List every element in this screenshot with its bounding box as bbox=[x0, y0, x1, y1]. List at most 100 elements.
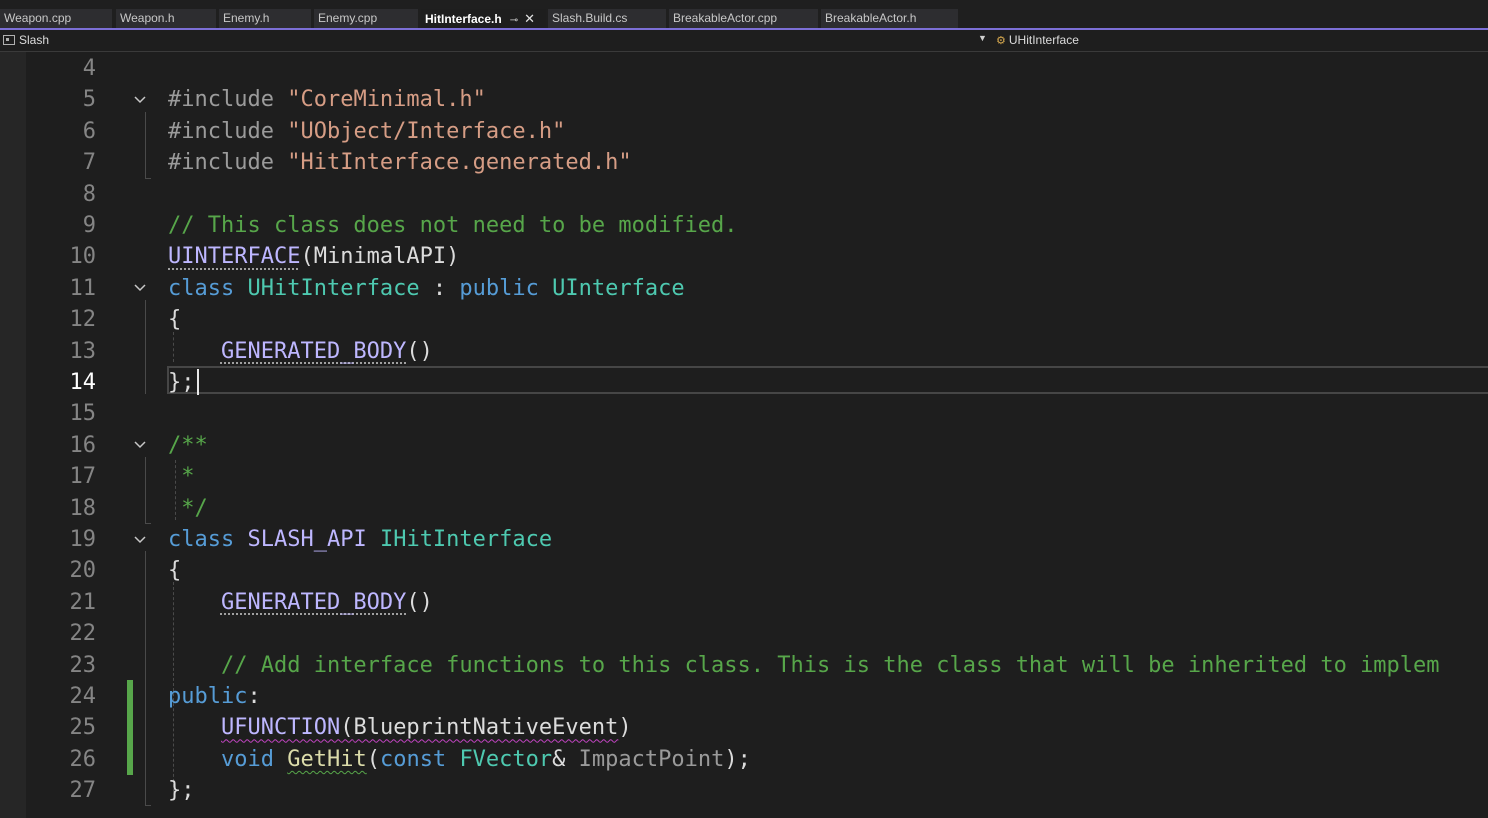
code-line: 6 #include "UObject/Interface.h" bbox=[26, 116, 1488, 147]
tab-label: Weapon.h bbox=[120, 11, 175, 25]
class-member-icon: ⚙ bbox=[996, 34, 1006, 47]
document-tab-strip: Weapon.cpp Weapon.h Enemy.h Enemy.cpp Hi… bbox=[0, 0, 1488, 30]
code-text: // Add interface functions to this class… bbox=[220, 652, 1440, 678]
code-editor[interactable]: 4 5 #include "CoreMinimal.h" 6 #include … bbox=[26, 52, 1488, 818]
code-line: 17 * bbox=[26, 461, 1488, 492]
navigation-bar: Slash ▼ ⚙ UHitInterface bbox=[0, 30, 1488, 52]
tab-breakableactor-h[interactable]: BreakableActor.h bbox=[821, 9, 958, 28]
code-line: 16 /** bbox=[26, 430, 1488, 461]
line-number: 4 bbox=[82, 56, 96, 81]
line-number: 25 bbox=[69, 715, 97, 741]
code-text: #include "HitInterface.generated.h" bbox=[168, 150, 632, 176]
code-text: class SLASH_API IHitInterface bbox=[168, 527, 553, 552]
line-number: 19 bbox=[69, 527, 97, 552]
member-name: UHitInterface bbox=[1008, 33, 1079, 47]
code-line: 21 GENERATED_BODY() bbox=[26, 587, 1488, 618]
tab-label: Weapon.cpp bbox=[4, 11, 72, 25]
code-text: public: bbox=[168, 684, 261, 709]
code-line: 20 { bbox=[26, 555, 1488, 586]
code-line: 18 */ bbox=[26, 493, 1488, 524]
line-number: 14 bbox=[69, 370, 97, 395]
code-text: #include "UObject/Interface.h" bbox=[168, 118, 566, 144]
line-number: 24 bbox=[69, 684, 97, 709]
line-number: 12 bbox=[69, 307, 97, 333]
member-dropdown[interactable]: ⚙ UHitInterface bbox=[996, 33, 1079, 47]
project-dropdown[interactable]: Slash bbox=[3, 33, 49, 47]
code-text: }; bbox=[168, 778, 195, 804]
line-number: 23 bbox=[69, 652, 97, 678]
code-line: 25 UFUNCTION(BlueprintNativeEvent) bbox=[26, 712, 1488, 743]
line-number: 8 bbox=[82, 181, 96, 207]
line-number: 7 bbox=[82, 150, 96, 176]
code-line: 22 bbox=[26, 618, 1488, 649]
pin-icon[interactable]: ⊸ bbox=[510, 15, 518, 26]
close-icon[interactable]: ✕ bbox=[524, 11, 535, 26]
line-number: 21 bbox=[69, 589, 97, 615]
code-text: /** bbox=[168, 432, 208, 458]
code-line: 26 void GetHit(const FVector& ImpactPoin… bbox=[26, 744, 1488, 775]
code-line: 7 #include "HitInterface.generated.h" bbox=[26, 147, 1488, 178]
code-text: UFUNCTION(BlueprintNativeEvent) bbox=[220, 715, 632, 741]
collapse-chevron-icon[interactable] bbox=[134, 273, 146, 304]
line-number: 26 bbox=[69, 746, 97, 772]
code-line: 13 GENERATED_BODY() bbox=[26, 336, 1488, 367]
code-line: 5 #include "CoreMinimal.h" bbox=[26, 84, 1488, 115]
code-line: 12 { bbox=[26, 304, 1488, 335]
project-name: Slash bbox=[19, 33, 50, 47]
tab-hitinterface-h[interactable]: HitInterface.h ⊸ ✕ bbox=[421, 9, 546, 28]
line-number: 22 bbox=[69, 621, 97, 647]
collapse-chevron-icon[interactable] bbox=[134, 430, 146, 461]
code-text: UINTERFACE(MinimalAPI) bbox=[168, 244, 460, 270]
code-line-current: 14 }; bbox=[26, 367, 1488, 398]
code-line: 9 // This class does not need to be modi… bbox=[26, 210, 1488, 241]
code-line: 27 }; bbox=[26, 775, 1488, 806]
code-line: 15 bbox=[26, 398, 1488, 429]
line-number: 11 bbox=[69, 275, 97, 301]
tab-label: BreakableActor.cpp bbox=[673, 11, 778, 25]
tab-weapon-cpp[interactable]: Weapon.cpp bbox=[0, 9, 112, 28]
tab-label: Enemy.h bbox=[223, 11, 270, 25]
code-text: */ bbox=[168, 495, 208, 521]
line-number: 10 bbox=[69, 244, 97, 270]
project-icon bbox=[3, 35, 15, 45]
tab-label: Enemy.cpp bbox=[318, 11, 378, 25]
code-line: 23 // Add interface functions to this cl… bbox=[26, 650, 1488, 681]
code-text: #include "CoreMinimal.h" bbox=[168, 87, 486, 113]
line-number: 9 bbox=[82, 213, 96, 238]
code-line: 24 public: bbox=[26, 681, 1488, 712]
line-number: 15 bbox=[69, 401, 97, 427]
collapse-chevron-icon[interactable] bbox=[134, 524, 146, 555]
tab-label: HitInterface.h bbox=[425, 12, 502, 26]
code-text: * bbox=[168, 464, 195, 490]
tab-enemy-h[interactable]: Enemy.h bbox=[219, 9, 311, 28]
code-line: 4 bbox=[26, 53, 1488, 84]
collapse-chevron-icon[interactable] bbox=[134, 84, 146, 115]
code-text: GENERATED_BODY() bbox=[220, 589, 433, 615]
tab-breakableactor-cpp[interactable]: BreakableActor.cpp bbox=[669, 9, 818, 28]
code-text: // This class does not need to be modifi… bbox=[168, 213, 738, 238]
line-number: 17 bbox=[69, 464, 97, 490]
tab-enemy-cpp[interactable]: Enemy.cpp bbox=[314, 9, 418, 28]
line-number: 27 bbox=[69, 778, 97, 804]
line-number: 5 bbox=[82, 87, 96, 113]
code-line: 8 bbox=[26, 179, 1488, 210]
code-text: class UHitInterface : public UInterface bbox=[168, 275, 685, 301]
dropdown-arrow-icon[interactable]: ▼ bbox=[978, 33, 987, 43]
code-text: void GetHit(const FVector& ImpactPoint); bbox=[220, 746, 751, 772]
code-text: { bbox=[168, 558, 182, 584]
left-margin bbox=[0, 52, 26, 818]
tab-weapon-h[interactable]: Weapon.h bbox=[116, 9, 216, 28]
code-text: GENERATED_BODY() bbox=[220, 338, 433, 364]
code-line: 19 class SLASH_API IHitInterface bbox=[26, 524, 1488, 555]
line-number: 13 bbox=[69, 338, 97, 364]
code-text: }; bbox=[168, 370, 195, 395]
line-number: 6 bbox=[82, 118, 96, 144]
line-number: 16 bbox=[69, 432, 97, 458]
code-line: 10 UINTERFACE(MinimalAPI) bbox=[26, 241, 1488, 272]
code-text: { bbox=[168, 307, 182, 333]
code-line: 11 class UHitInterface : public UInterfa… bbox=[26, 273, 1488, 304]
tab-slash-build-cs[interactable]: Slash.Build.cs bbox=[548, 9, 666, 28]
line-number: 20 bbox=[69, 558, 97, 584]
line-number: 18 bbox=[69, 495, 97, 521]
tab-label: BreakableActor.h bbox=[825, 11, 917, 25]
